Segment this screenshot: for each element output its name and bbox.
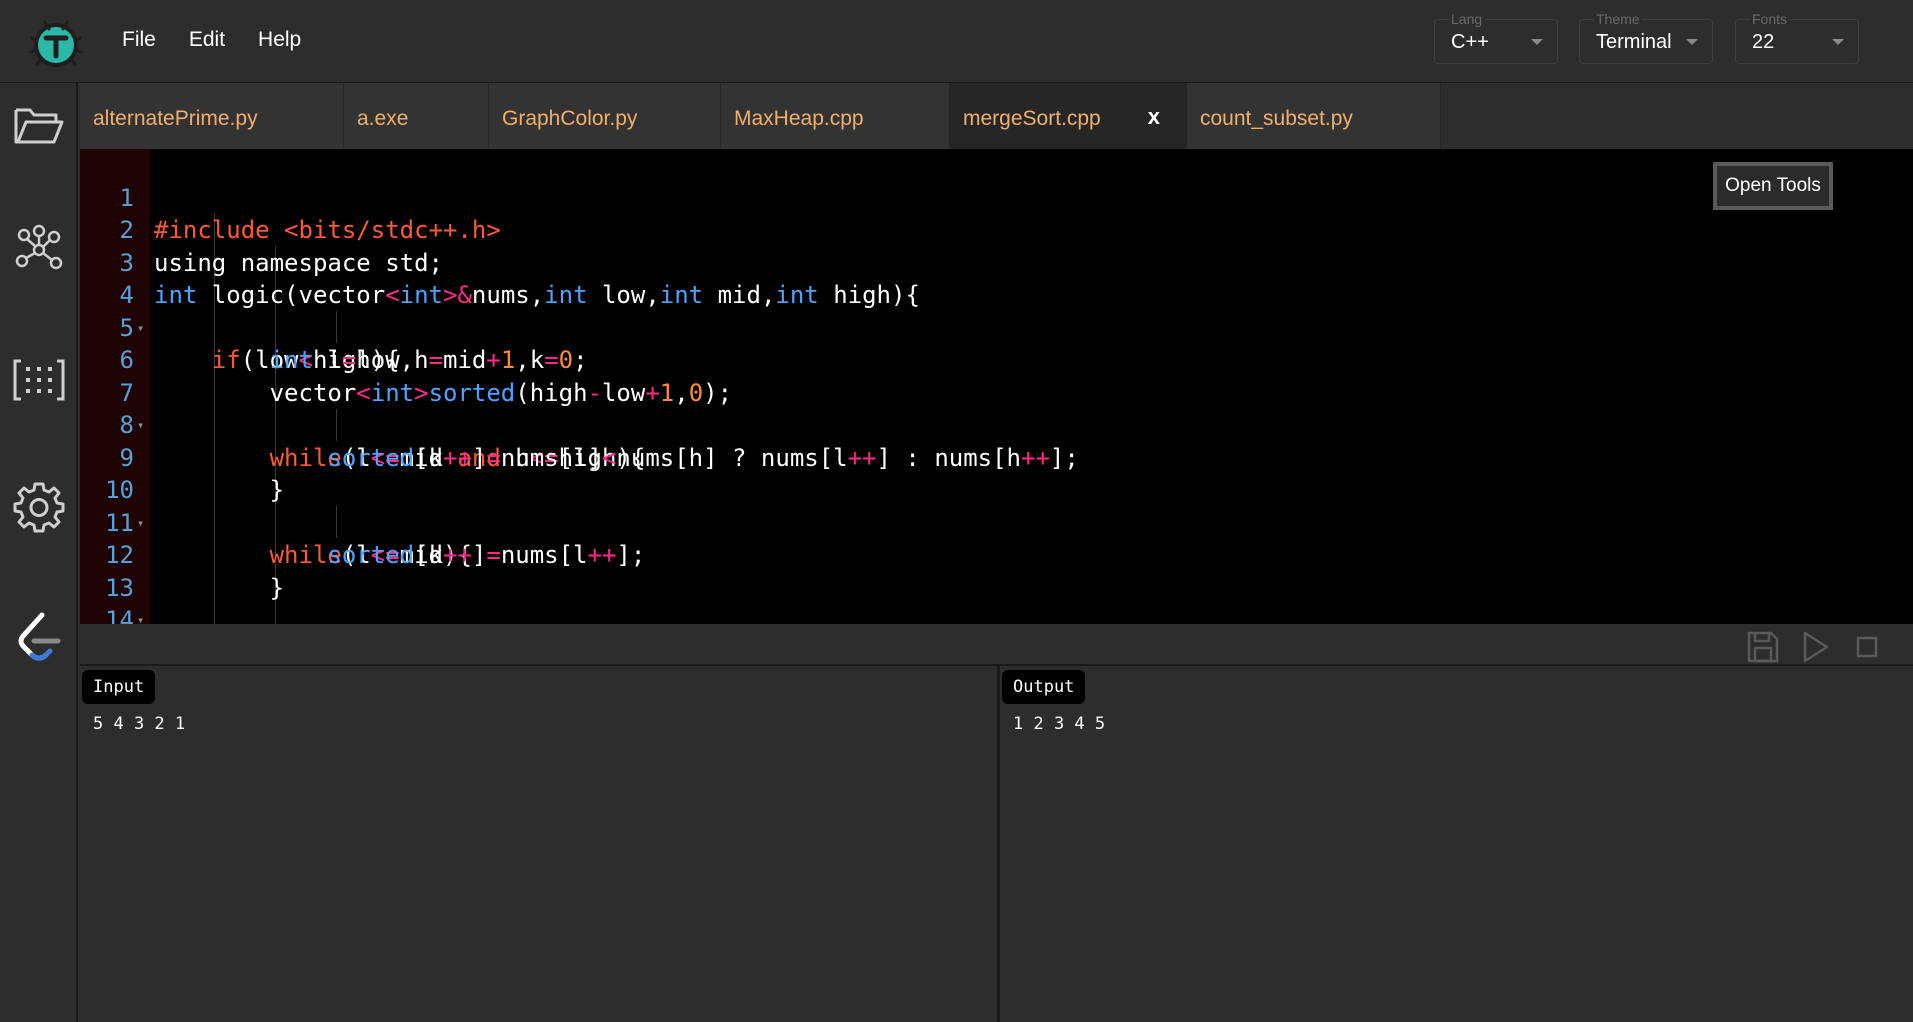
chevron-down-icon (1531, 39, 1543, 45)
menu-file[interactable]: File (122, 28, 156, 52)
app-window: File Edit Help Lang C++ Theme Terminal F… (0, 0, 1913, 1022)
file-tabs: alternatePrime.py a.exe GraphColor.py Ma… (80, 83, 1913, 149)
run-toolbar (80, 624, 1913, 666)
code-text: using namespace std; (154, 248, 443, 277)
input-value[interactable]: 5 4 3 2 1 (93, 714, 185, 734)
graph-nodes-icon[interactable] (12, 223, 66, 277)
bracket-grid-icon[interactable] (12, 353, 66, 407)
gear-icon[interactable] (12, 480, 66, 534)
tab-a-exe[interactable]: a.exe (344, 83, 489, 149)
tab-mergesort[interactable]: mergeSort.cpp x (950, 83, 1187, 149)
code-line: 8 sorted[k++]=nums[l]<nums[h] ? nums[l++… (80, 377, 1079, 472)
menu-help[interactable]: Help (258, 28, 301, 52)
lang-select-legend: Lang (1449, 11, 1485, 27)
code-line: 3 int logic(vector<int>&nums,int low,int… (80, 214, 920, 310)
input-label: Input (82, 670, 156, 704)
code-line: 2 using namespace std; (80, 182, 443, 277)
code-text: int l=low,h=mid+1,k=0; (269, 346, 588, 374)
tab-label: count_subset.py (1200, 107, 1353, 130)
code-text: sorted[k++]=nums[l]<nums[h] ? nums[l++] … (327, 443, 1079, 472)
code-lines: 1 #include <bits/stdc++.h> 2 using names… (80, 149, 1913, 625)
theme-select-value: Terminal (1596, 31, 1672, 53)
tab-label: a.exe (357, 107, 409, 130)
code-line: 15 } (80, 604, 196, 624)
menu-bar: File Edit Help (122, 28, 334, 52)
tab-count-subset[interactable]: count_subset.py (1187, 83, 1441, 149)
theme-select-legend: Theme (1594, 11, 1642, 27)
code-line: 6 vector<int>sorted(high-low+1,0); (80, 312, 733, 407)
tab-graphcolor[interactable]: GraphColor.py (489, 83, 721, 149)
code-text: sorted[k++]=nums[l++]; (327, 541, 646, 569)
fonts-select-value: 22 (1752, 31, 1775, 53)
code-line: 11 sorted[k++]=nums[l++]; (80, 474, 645, 570)
code-editor[interactable]: 1 #include <bits/stdc++.h> 2 using names… (80, 149, 1913, 624)
stop-icon[interactable] (1850, 630, 1884, 664)
play-icon[interactable] (1798, 630, 1832, 664)
code-line: 5 int l=low,h=mid+1,k=0; (80, 279, 588, 375)
lang-select[interactable]: Lang C++ (1434, 12, 1558, 64)
tab-maxheap[interactable]: MaxHeap.cpp (721, 83, 950, 149)
lang-select-value: C++ (1451, 31, 1489, 53)
code-line: 4 ▾ if(low<high){ (80, 247, 400, 374)
output-label: Output (1002, 670, 1086, 704)
chevron-down-icon (1686, 39, 1698, 45)
code-text: #include <bits/stdc++.h> (154, 216, 501, 244)
tab-alternateprime[interactable]: alternatePrime.py (80, 83, 344, 149)
code-line: 10 ▾ while(l<=mid){ (80, 442, 472, 569)
code-text: vector<int>sorted(high-low+1,0); (154, 378, 733, 407)
code-line: 14 sorted[k++]=nums[h++]; (80, 572, 196, 624)
close-icon[interactable]: x (1148, 104, 1160, 130)
tab-label: MaxHeap.cpp (734, 107, 864, 130)
tab-label: mergeSort.cpp (963, 107, 1101, 130)
output-panel: Output 1 2 3 4 5 (1000, 666, 1913, 1022)
input-panel[interactable]: Input 5 4 3 2 1 (80, 666, 997, 1022)
ant-logo-icon[interactable] (26, 12, 86, 72)
open-tools-button[interactable]: Open Tools (1713, 162, 1833, 210)
fonts-select-legend: Fonts (1750, 11, 1790, 27)
code-text: int logic(vector<int>&nums,int low,int m… (154, 281, 920, 309)
sidebar (0, 83, 78, 1022)
output-value: 1 2 3 4 5 (1013, 714, 1106, 734)
leetcode-icon[interactable] (12, 611, 66, 665)
code-line: 1 #include <bits/stdc++.h> (80, 149, 501, 245)
fonts-select[interactable]: Fonts 22 (1735, 12, 1859, 64)
folder-open-icon[interactable] (12, 98, 66, 152)
top-bar: File Edit Help Lang C++ Theme Terminal F… (0, 0, 1913, 83)
code-line: 9 } (80, 409, 285, 505)
code-line: 7 ▾ while(l<=mid and h<=high){ (80, 344, 646, 472)
menu-edit[interactable]: Edit (189, 28, 225, 52)
theme-select[interactable]: Theme Terminal (1579, 12, 1713, 64)
code-line: 12 } (80, 507, 284, 602)
chevron-down-icon (1832, 39, 1844, 45)
tab-label: GraphColor.py (502, 107, 638, 130)
tab-label: alternatePrime.py (93, 107, 258, 130)
code-line: 13 ▾ while(h<=high){ (80, 539, 196, 625)
save-icon[interactable] (1746, 630, 1780, 664)
